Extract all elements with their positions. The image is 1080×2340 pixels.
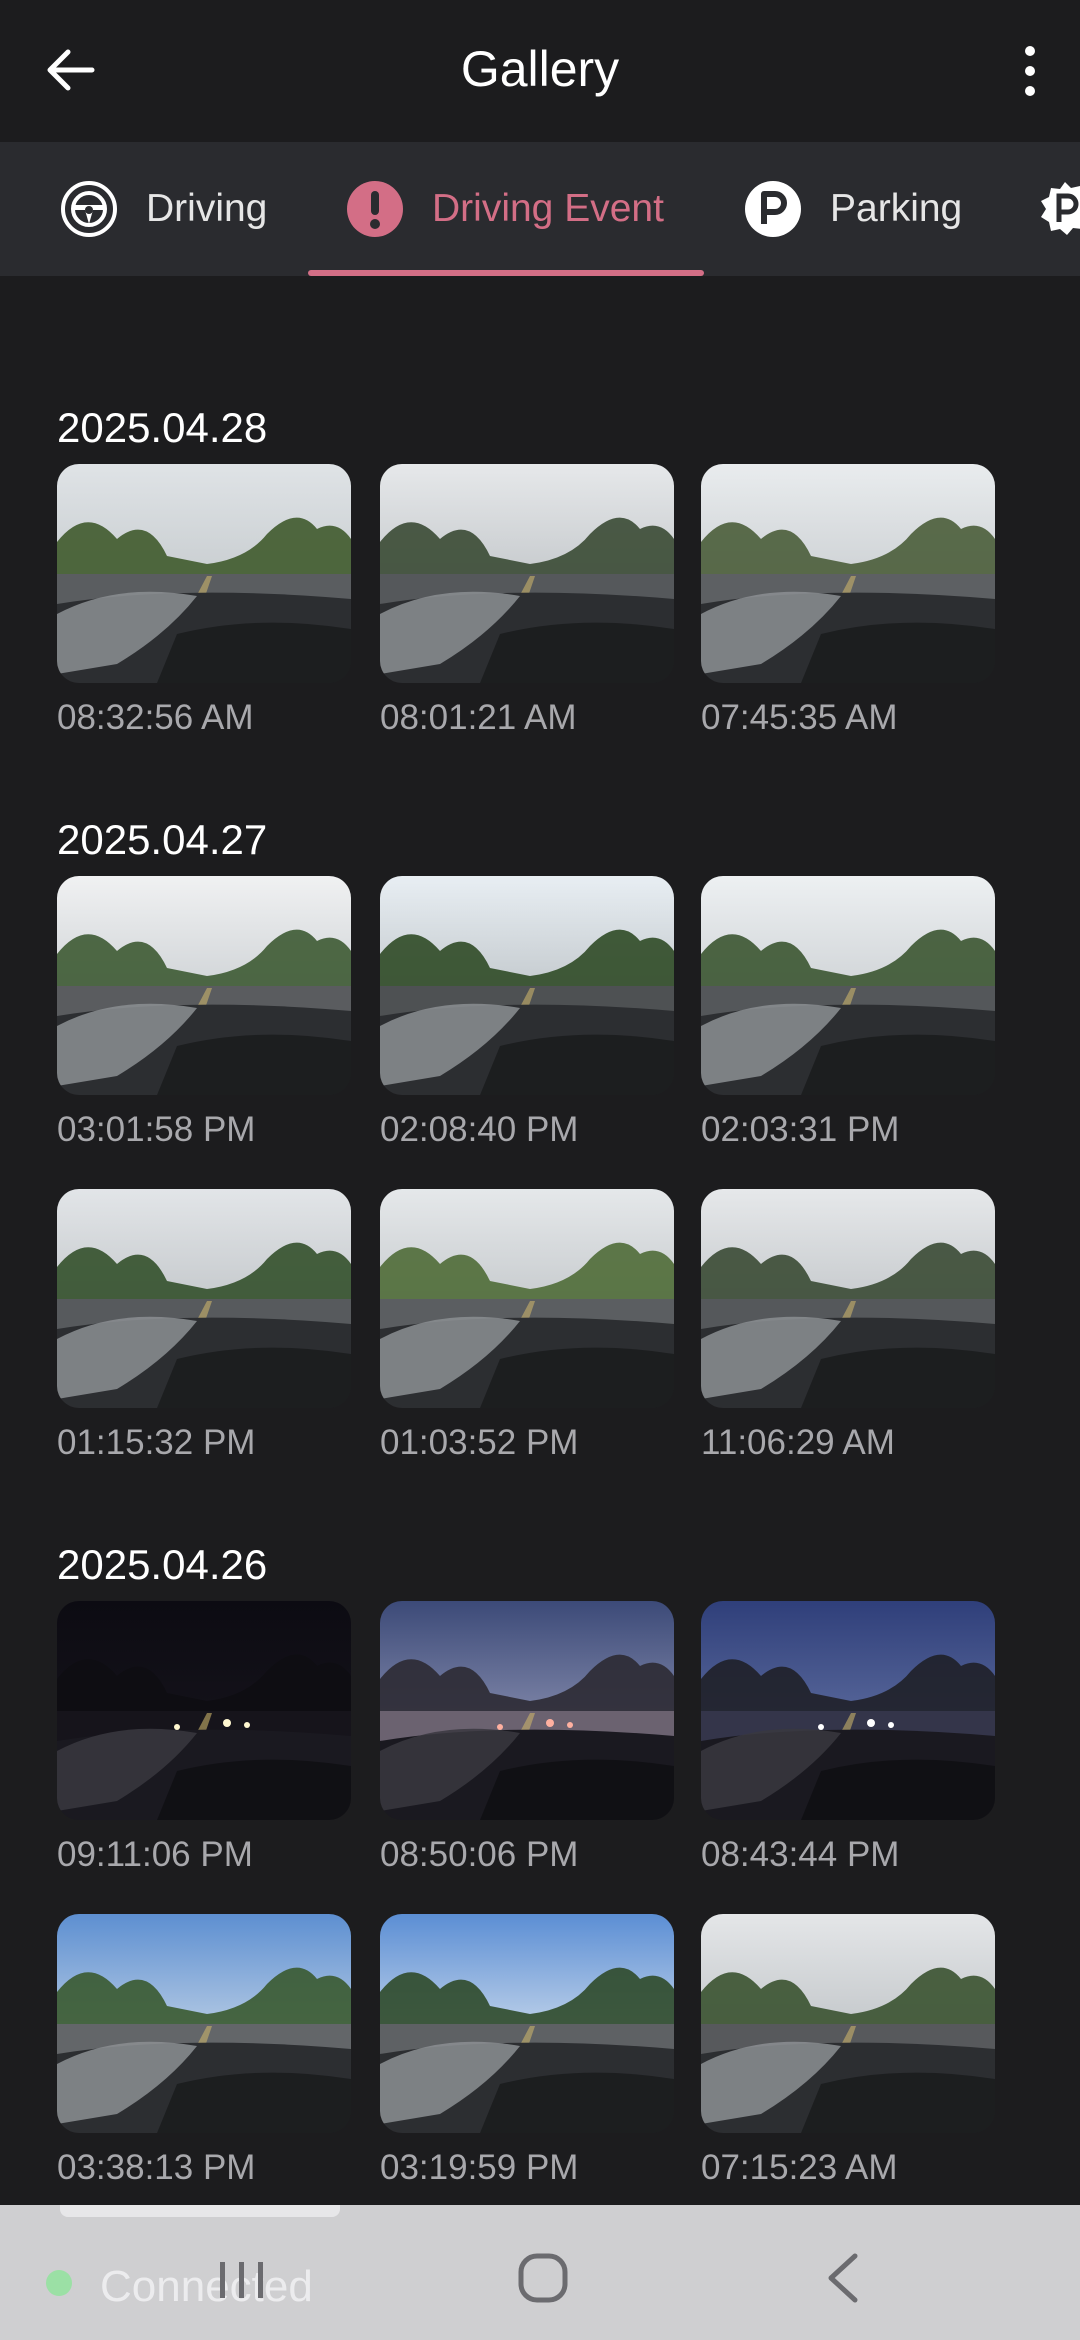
- video-thumbnail[interactable]: [701, 1914, 995, 2133]
- video-timestamp: 08:01:21 AM: [380, 698, 577, 737]
- alert-icon: [347, 181, 403, 237]
- video-thumbnail[interactable]: [701, 464, 995, 683]
- tab-parking-event[interactable]: [1036, 142, 1080, 276]
- date-header: 2025.04.28: [57, 404, 268, 451]
- parking-icon: [745, 181, 801, 237]
- video-thumbnail[interactable]: [380, 1189, 674, 1408]
- tab-parking[interactable]: Parking: [744, 142, 962, 276]
- video-timestamp: 02:03:31 PM: [701, 1110, 900, 1149]
- more-vertical-icon: [1025, 46, 1035, 96]
- video-timestamp: 03:19:59 PM: [380, 2148, 579, 2187]
- app-bar: Gallery: [0, 0, 1080, 142]
- tab-driving[interactable]: Driving: [60, 142, 267, 276]
- video-thumbnail[interactable]: [380, 1914, 674, 2133]
- steering-wheel-icon: [61, 181, 117, 237]
- video-timestamp: 01:15:32 PM: [57, 1423, 256, 1462]
- connection-status-label: Connected: [100, 2262, 313, 2311]
- video-timestamp: 07:15:23 AM: [701, 2148, 898, 2187]
- video-thumbnail[interactable]: [57, 464, 351, 683]
- tab-label: Parking: [830, 187, 963, 230]
- video-timestamp: 01:03:52 PM: [380, 1423, 579, 1462]
- page-title: Gallery: [460, 41, 620, 97]
- video-thumbnail[interactable]: [701, 1189, 995, 1408]
- video-timestamp: 08:43:44 PM: [701, 1835, 900, 1874]
- video-thumbnail[interactable]: [57, 876, 351, 1095]
- video-thumbnail[interactable]: [380, 876, 674, 1095]
- nav-back-icon[interactable]: [815, 2248, 875, 2308]
- tab-driving-event[interactable]: Driving Event: [346, 142, 664, 276]
- video-timestamp: 09:11:06 PM: [57, 1835, 253, 1874]
- video-timestamp: 03:38:13 PM: [57, 2148, 256, 2187]
- video-timestamp: 07:45:35 AM: [701, 698, 898, 737]
- video-thumbnail[interactable]: [701, 1601, 995, 1820]
- video-timestamp: 08:32:56 AM: [57, 698, 254, 737]
- video-timestamp: 11:06:29 AM: [701, 1423, 895, 1462]
- tab-label: Driving: [146, 187, 268, 230]
- video-timestamp: 08:50:06 PM: [380, 1835, 579, 1874]
- recent-apps-icon[interactable]: [212, 2250, 272, 2310]
- video-timestamp: 03:01:58 PM: [57, 1110, 256, 1149]
- date-header: 2025.04.26: [57, 1541, 268, 1588]
- gallery-grid: 2025.04.28 08:32:56 AM 08:01:21 AM 07:45…: [0, 276, 1080, 2206]
- date-header: 2025.04.27: [57, 816, 268, 863]
- video-thumbnail[interactable]: [380, 1601, 674, 1820]
- parking-event-icon: [1041, 182, 1080, 235]
- more-options-button[interactable]: [1000, 36, 1060, 106]
- connection-status-dot: [46, 2270, 72, 2296]
- bottom-sheet-peek: [60, 2205, 340, 2217]
- video-timestamp: 02:08:40 PM: [380, 1110, 579, 1149]
- video-thumbnail[interactable]: [57, 1914, 351, 2133]
- video-thumbnail[interactable]: [701, 876, 995, 1095]
- category-tabs: Driving Driving Event Parking: [0, 142, 1080, 276]
- tab-label: Driving Event: [432, 187, 664, 230]
- video-thumbnail[interactable]: [57, 1601, 351, 1820]
- video-thumbnail[interactable]: [57, 1189, 351, 1408]
- video-thumbnail[interactable]: [380, 464, 674, 683]
- home-icon[interactable]: [513, 2248, 573, 2308]
